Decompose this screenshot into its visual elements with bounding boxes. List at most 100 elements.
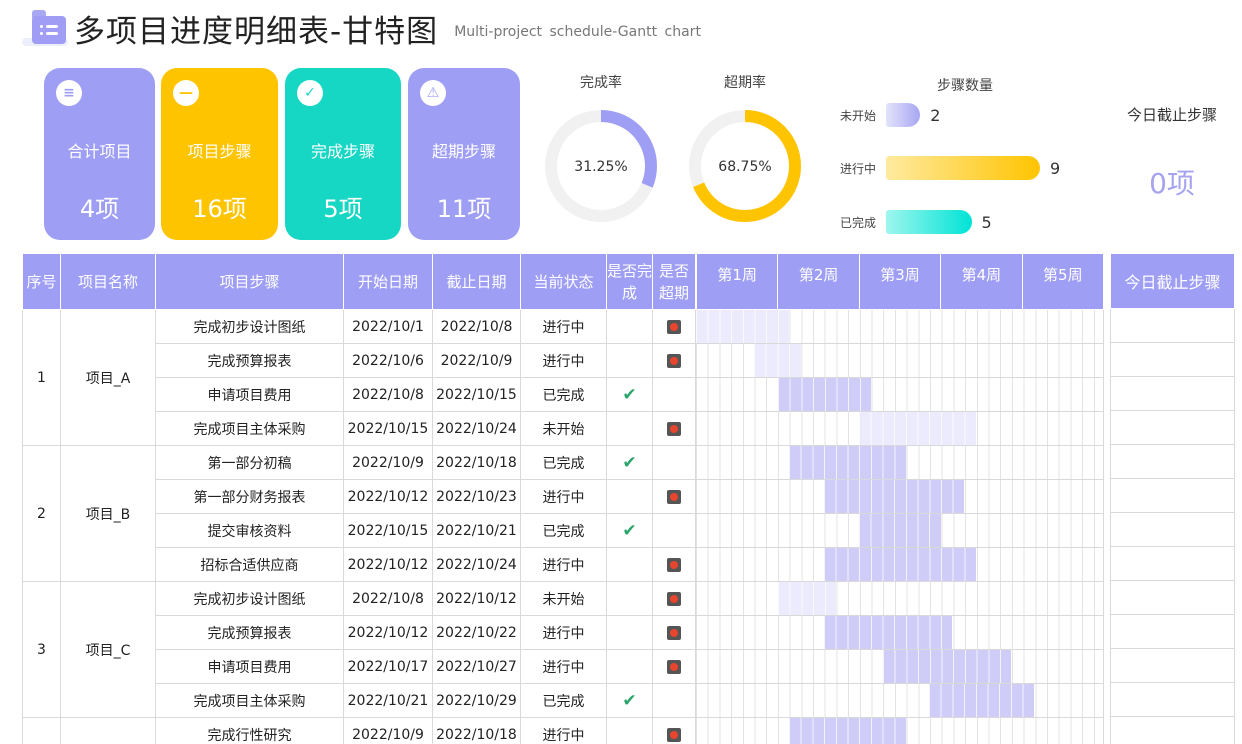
status: 进行中 xyxy=(520,649,607,684)
header-overdue: 是否超期 xyxy=(652,253,696,310)
gantt-cell xyxy=(695,309,1104,344)
overdue-cell xyxy=(652,445,696,480)
minus-icon: — xyxy=(173,80,199,106)
overdue-cell xyxy=(652,309,696,344)
project-no: 1 xyxy=(22,309,61,446)
check-icon: ✔ xyxy=(622,452,637,473)
table-row: 招标合适供应商 2022/10/12 2022/10/24 进行中 xyxy=(23,547,1104,582)
step-bar xyxy=(886,210,972,234)
step-name: 申请项目费用 xyxy=(155,377,344,412)
side-cell xyxy=(1110,580,1235,615)
end-date: 2022/10/29 xyxy=(432,683,521,718)
table-row: 完成预算报表 2022/10/12 2022/10/22 进行中 xyxy=(23,615,1104,650)
end-date: 2022/10/9 xyxy=(432,343,521,378)
step-name: 完成初步设计图纸 xyxy=(155,581,344,616)
overdue-flag-icon xyxy=(667,727,681,742)
check-icon: ✔ xyxy=(622,520,637,541)
end-date: 2022/10/24 xyxy=(432,411,521,446)
status: 进行中 xyxy=(520,479,607,514)
card-label: 超期步骤 xyxy=(431,142,496,161)
start-date: 2022/10/9 xyxy=(343,445,433,480)
total-projects-card[interactable]: ≡ 合计项目 4项 xyxy=(44,68,155,240)
table-header-row: 序号 项目名称 项目步骤 开始日期 截止日期 当前状态 是否完成 是否超期 第1… xyxy=(22,253,1104,310)
overdue-cell xyxy=(652,547,696,582)
overdue-cell xyxy=(652,411,696,446)
start-date: 2022/10/8 xyxy=(343,581,433,616)
gantt-cell xyxy=(695,581,1104,616)
gantt-bar xyxy=(824,548,976,581)
gantt-bar xyxy=(789,446,906,479)
end-date: 2022/10/8 xyxy=(432,309,521,344)
overdue-flag-icon xyxy=(667,421,681,436)
side-cell xyxy=(1110,308,1235,343)
check-icon: ✓ xyxy=(297,80,323,106)
step-name: 提交审核资料 xyxy=(155,513,344,548)
header-no: 序号 xyxy=(22,253,61,310)
table-row: 完成项目主体采购 2022/10/21 2022/10/29 已完成 ✔ xyxy=(23,683,1104,718)
overdue-steps-card[interactable]: ⚠ 超期步骤 11项 xyxy=(408,68,520,240)
header-status: 当前状态 xyxy=(520,253,607,310)
status: 进行中 xyxy=(520,615,607,650)
card-label: 合计项目 xyxy=(67,142,132,161)
status: 未开始 xyxy=(520,581,607,616)
table-row: 完成预算报表 2022/10/6 2022/10/9 进行中 xyxy=(23,343,1104,378)
table-row: 提交审核资料 2022/10/15 2022/10/21 已完成 ✔ xyxy=(23,513,1104,548)
completed-steps-card[interactable]: ✓ 完成步骤 5项 xyxy=(285,68,401,240)
step-value: 5 xyxy=(981,212,992,232)
step-bar xyxy=(886,103,921,127)
gantt-cell xyxy=(695,717,1104,744)
step-name: 申请项目费用 xyxy=(155,649,344,684)
overdue-cell xyxy=(652,479,696,514)
start-date: 2022/10/12 xyxy=(343,479,433,514)
overdue-flag-icon xyxy=(667,659,681,674)
page-subtitle: Multi-project schedule-Gantt chart xyxy=(454,24,701,40)
donut-value: 31.25% xyxy=(574,159,627,175)
project-steps-card[interactable]: — 项目步骤 16项 xyxy=(161,68,278,240)
project-name: 项目_B xyxy=(60,445,156,582)
overdue-cell xyxy=(652,513,696,548)
gantt-bar xyxy=(929,684,1035,717)
gantt-cell xyxy=(695,411,1104,446)
overdue-cell xyxy=(652,581,696,616)
page-title: 多项目进度明细表-甘特图 xyxy=(74,13,439,50)
gantt-bar xyxy=(859,514,941,547)
end-date: 2022/10/12 xyxy=(432,581,521,616)
start-date: 2022/10/15 xyxy=(343,513,433,548)
start-date: 2022/10/15 xyxy=(343,411,433,446)
step-row-not-started: 未开始 2 xyxy=(840,102,940,128)
side-cell xyxy=(1110,546,1235,581)
side-cell xyxy=(1110,376,1235,411)
end-date: 2022/10/18 xyxy=(432,445,521,480)
step-label: 进行中 xyxy=(840,161,877,176)
overdue-cell xyxy=(652,377,696,412)
donut-label: 超期率 xyxy=(724,75,766,91)
card-label: 项目步骤 xyxy=(187,142,252,161)
donut-label: 完成率 xyxy=(580,75,622,91)
gantt-bar xyxy=(777,582,836,615)
header-done: 是否完成 xyxy=(606,253,653,310)
step-name: 招标合适供应商 xyxy=(155,547,344,582)
check-icon: ✔ xyxy=(622,690,637,711)
side-cell xyxy=(1110,682,1235,717)
step-count-title: 步骤数量 xyxy=(937,78,993,94)
step-value: 9 xyxy=(1050,158,1061,178)
gantt-cell xyxy=(695,343,1104,378)
done-cell xyxy=(606,411,653,446)
gantt-cell xyxy=(695,377,1104,412)
step-label: 已完成 xyxy=(840,215,877,230)
start-date: 2022/10/6 xyxy=(343,343,433,378)
done-cell xyxy=(606,309,653,344)
done-cell: ✔ xyxy=(606,377,653,412)
side-cell xyxy=(1110,444,1235,479)
header-name: 项目名称 xyxy=(60,253,156,310)
overdue-rate-ring: 68.75% xyxy=(689,110,801,222)
header-end: 截止日期 xyxy=(432,253,521,310)
header-weeks: 第1周 第2周 第3周 第4周 第5周 xyxy=(695,253,1104,310)
step-name: 完成预算报表 xyxy=(155,615,344,650)
today-deadline-table: 今日截止步骤 xyxy=(1110,253,1235,744)
end-date: 2022/10/15 xyxy=(432,377,521,412)
status: 已完成 xyxy=(520,683,607,718)
project-no: 3 xyxy=(22,581,61,718)
table-row: 完成行性研究 2022/10/9 2022/10/18 进行中 xyxy=(22,717,1104,744)
done-cell xyxy=(606,717,653,744)
